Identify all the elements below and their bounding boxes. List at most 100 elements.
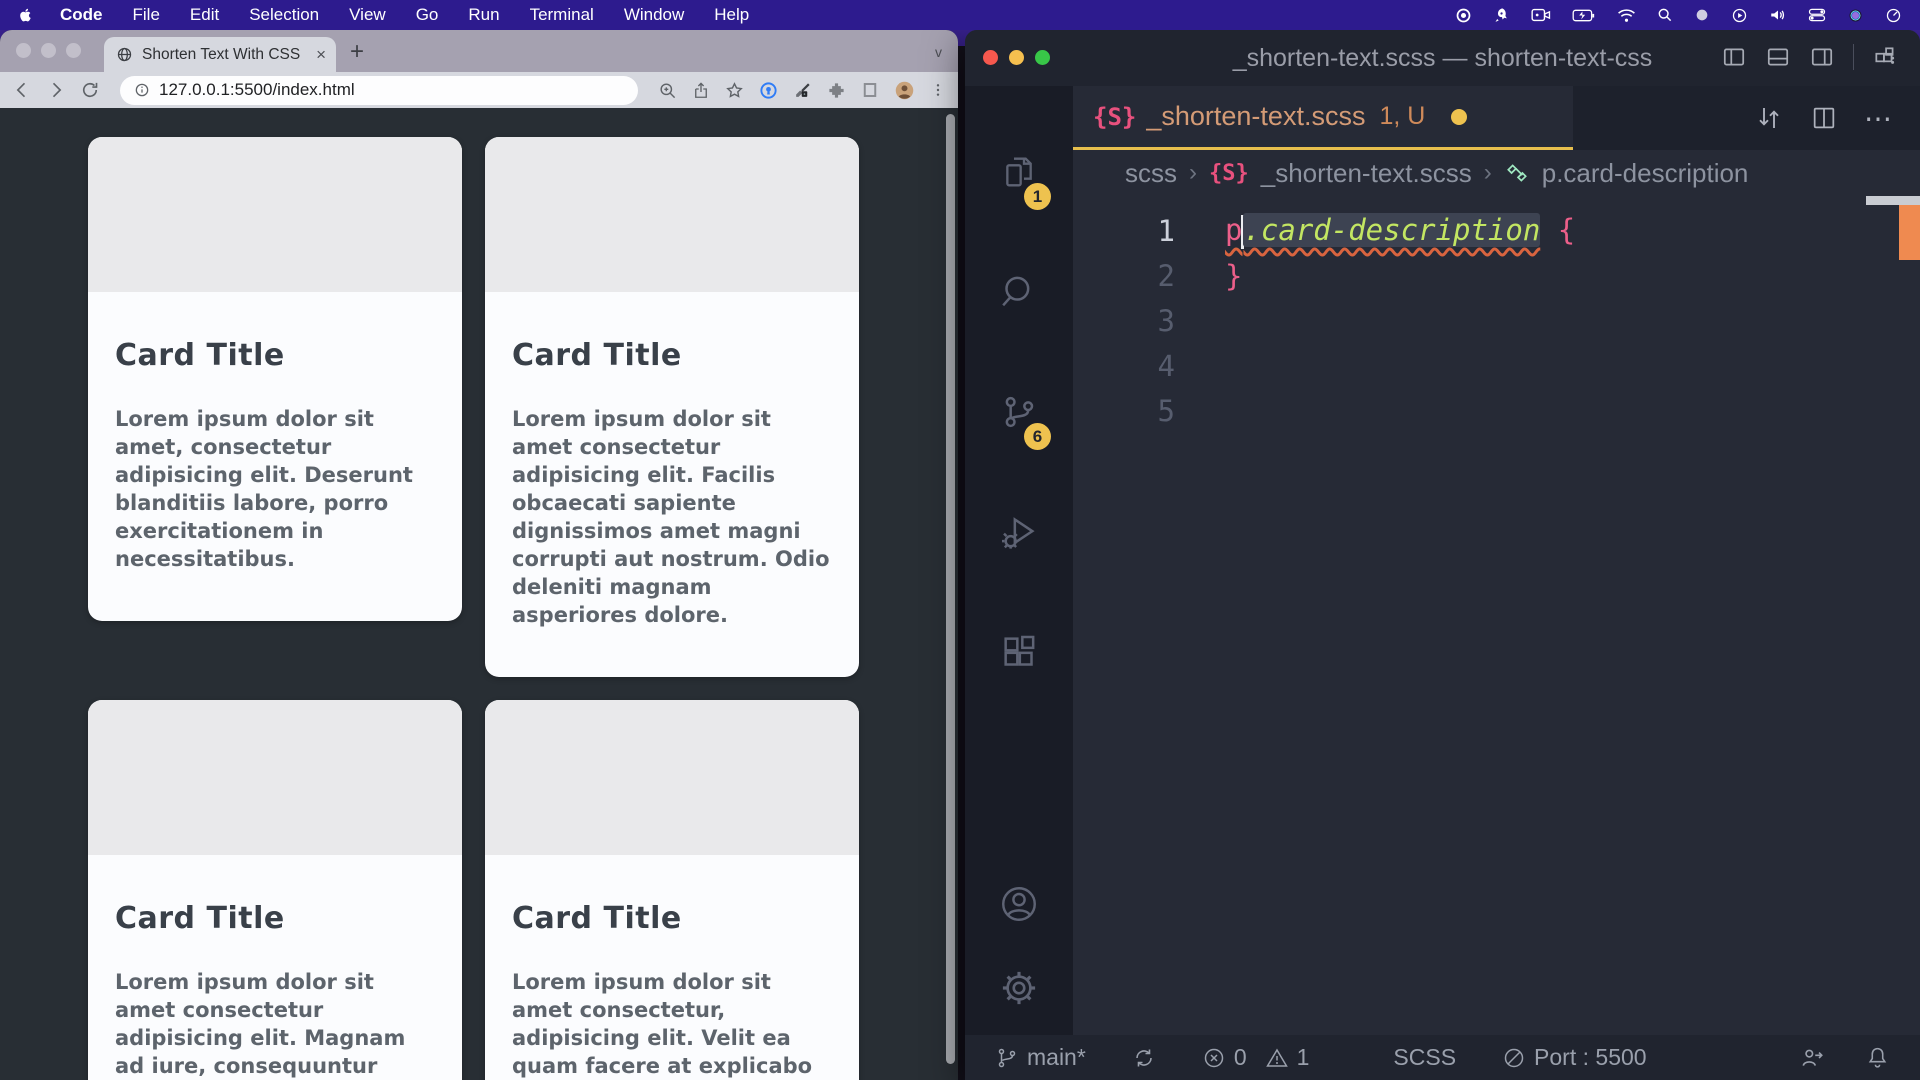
screen-record-icon[interactable] (1531, 7, 1551, 23)
wifi-icon[interactable] (1617, 8, 1636, 23)
control-center-icon[interactable] (1808, 7, 1826, 23)
browser-menu-icon[interactable] (930, 81, 946, 99)
minimize-window-button[interactable] (1009, 50, 1024, 65)
line-number: 1 (1073, 214, 1225, 248)
minimize-window-button[interactable] (41, 43, 56, 58)
editor-tab[interactable]: {S} _shorten-text.scss 1, U (1073, 86, 1573, 150)
line-number: 5 (1073, 394, 1225, 428)
volume-icon[interactable] (1769, 7, 1787, 23)
card-image-placeholder (88, 700, 462, 855)
zoom-page-icon[interactable] (658, 81, 677, 100)
browser-scrollbar[interactable] (946, 114, 955, 1064)
search-activity-icon[interactable] (965, 232, 1073, 352)
split-editor-icon[interactable] (1810, 104, 1838, 132)
menu-help[interactable]: Help (714, 5, 749, 25)
language-mode-item[interactable]: SCSS (1393, 1044, 1456, 1071)
url-text[interactable]: 127.0.0.1:5500/index.html (159, 80, 355, 100)
tab-problems-git-decoration: 1, U (1379, 102, 1425, 131)
menu-window[interactable]: Window (624, 5, 684, 25)
breadcrumb-folder[interactable]: scss (1125, 158, 1177, 189)
menu-go[interactable]: Go (416, 5, 439, 25)
overview-ruler-warning-marker (1899, 205, 1920, 260)
menu-app-name[interactable]: Code (60, 5, 103, 25)
editor-scrollbar[interactable] (1866, 196, 1920, 205)
site-info-icon[interactable] (134, 82, 150, 98)
breadcrumb-symbol[interactable]: p.card-description (1542, 158, 1749, 189)
menu-view[interactable]: View (349, 5, 386, 25)
customize-layout-icon[interactable] (1872, 44, 1898, 70)
more-actions-icon[interactable]: ⋯ (1864, 102, 1894, 135)
tab-square-icon[interactable] (861, 81, 879, 99)
zoom-window-button[interactable] (66, 43, 81, 58)
close-window-button[interactable] (983, 50, 998, 65)
card-title: Card Title (115, 901, 435, 936)
chrome-window: Shorten Text With CSS × + v 127.0.0.1:55… (0, 30, 958, 1080)
branch-name: main* (1027, 1044, 1086, 1071)
tab-title: Shorten Text With CSS (142, 46, 307, 64)
battery-icon[interactable] (1572, 8, 1596, 23)
menu-selection[interactable]: Selection (249, 5, 319, 25)
error-count: 0 (1234, 1044, 1247, 1071)
share-icon[interactable] (692, 81, 710, 100)
browser-tab[interactable]: Shorten Text With CSS × (104, 37, 336, 72)
card-grid: Card Title Lorem ipsum dolor sit amet, c… (88, 137, 859, 1080)
code-token-class: .card-description (1243, 213, 1540, 247)
back-icon[interactable] (12, 80, 32, 100)
status-bar: main* 0 1 SCSS Port : 5500 (965, 1035, 1920, 1080)
notifications-bell-icon[interactable] (1865, 1045, 1890, 1070)
password-manager-icon[interactable] (759, 81, 778, 100)
tab-filename: _shorten-text.scss (1146, 101, 1365, 132)
reload-icon[interactable] (80, 80, 100, 100)
card-title: Card Title (512, 338, 832, 373)
play-circle-icon[interactable] (1731, 7, 1748, 24)
sync-item[interactable] (1132, 1046, 1156, 1070)
card: Card Title Lorem ipsum dolor sit amet co… (485, 700, 859, 1080)
breadcrumb-file[interactable]: _shorten-text.scss (1261, 158, 1472, 189)
problems-item[interactable]: 0 1 (1202, 1044, 1310, 1071)
editor-group: {S} _shorten-text.scss 1, U ⋯ scss › {S}… (1073, 86, 1920, 1035)
toggle-secondary-sidebar-icon[interactable] (1809, 44, 1835, 70)
open-changes-icon[interactable] (1754, 103, 1784, 133)
menu-file[interactable]: File (133, 5, 160, 25)
moon-icon[interactable] (1694, 7, 1710, 23)
record-icon[interactable] (1455, 7, 1472, 24)
address-bar[interactable]: 127.0.0.1:5500/index.html (120, 76, 638, 105)
menu-edit[interactable]: Edit (190, 5, 219, 25)
run-debug-activity-icon[interactable] (965, 472, 1073, 592)
bookmark-star-icon[interactable] (725, 81, 744, 100)
git-branch-item[interactable]: main* (995, 1044, 1086, 1071)
forward-icon[interactable] (46, 80, 66, 100)
apple-menu-icon[interactable] (18, 6, 34, 24)
accounts-icon[interactable] (998, 883, 1040, 925)
activity-bar: 1 6 (965, 86, 1073, 1035)
settings-gear-icon[interactable] (998, 967, 1040, 1009)
explorer-activity-icon[interactable]: 1 (965, 112, 1073, 232)
clock-icon[interactable] (1885, 7, 1902, 24)
siri-icon[interactable] (1847, 7, 1864, 24)
profile-avatar[interactable] (894, 80, 915, 101)
toggle-sidebar-icon[interactable] (1721, 44, 1747, 70)
card-description: Lorem ipsum dolor sit amet consectetur, … (512, 968, 832, 1080)
menu-run[interactable]: Run (468, 5, 499, 25)
zoom-window-button[interactable] (1035, 50, 1050, 65)
scss-file-icon: {S} (1209, 161, 1249, 186)
live-server-port-item[interactable]: Port : 5500 (1502, 1044, 1647, 1071)
extensions-activity-icon[interactable] (965, 592, 1073, 712)
close-window-button[interactable] (16, 43, 31, 58)
source-control-activity-icon[interactable]: 6 (965, 352, 1073, 472)
vscode-titlebar[interactable]: _shorten-text.scss — shorten-text-css (965, 30, 1920, 86)
tab-search-chevron-icon[interactable]: v (935, 44, 942, 60)
new-tab-button[interactable]: + (350, 38, 364, 66)
chrome-traffic-lights (16, 43, 81, 58)
toggle-panel-icon[interactable] (1765, 44, 1791, 70)
line-number: 4 (1073, 349, 1225, 383)
colorpicker-extension-icon[interactable] (793, 81, 812, 100)
feedback-icon[interactable] (1799, 1045, 1825, 1071)
unsaved-dot-icon[interactable] (1451, 109, 1467, 125)
search-icon[interactable] (1657, 7, 1673, 23)
menu-terminal[interactable]: Terminal (530, 5, 594, 25)
rocket-icon[interactable] (1493, 7, 1510, 24)
close-tab-icon[interactable]: × (316, 46, 326, 63)
extensions-puzzle-icon[interactable] (827, 81, 846, 100)
code-editor[interactable]: 1 p.card-description { 2 } 3 4 5 (1073, 196, 1920, 1035)
